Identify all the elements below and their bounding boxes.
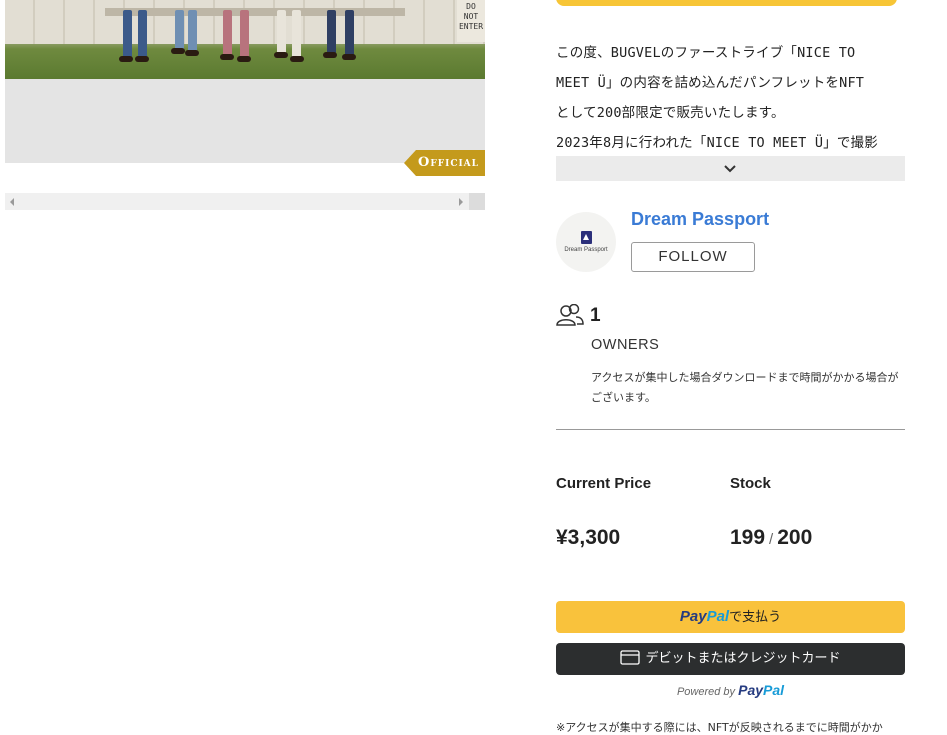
hero-figure-leg (123, 10, 132, 58)
section-divider (556, 429, 905, 430)
purchase-button-top[interactable] (556, 0, 897, 6)
owners-users-icon (556, 304, 584, 326)
hero-figure-shoe (135, 56, 149, 62)
hero-figure-leg (175, 10, 184, 50)
current-price-value: ¥3,300 (556, 526, 621, 549)
follow-button[interactable]: FOLLOW (631, 242, 755, 272)
official-badge-label: Official (418, 155, 479, 170)
organizer-avatar[interactable]: Dream Passport (556, 212, 616, 272)
avatar-caption: Dream Passport (564, 247, 608, 253)
scrollbar-corner (469, 193, 485, 210)
stock-total: 200 (777, 526, 813, 549)
description-line: 2023年8月に行われた「NICE TO MEET Ü」で撮影 (556, 135, 878, 150)
hero-sign: DO NOT ENTER (457, 0, 485, 42)
paypal-logo: PayPal (680, 608, 729, 625)
expand-description-button[interactable] (556, 156, 905, 181)
powered-by-paypal: Powered by PayPal (556, 681, 905, 701)
hero-figure-leg (277, 10, 286, 54)
chevron-down-icon (724, 165, 736, 173)
scroll-right-arrow-icon[interactable] (459, 198, 463, 206)
stock-current: 199 (730, 526, 766, 549)
hero-bench (105, 8, 405, 16)
hero-figure-shoe (119, 56, 133, 62)
description-line: MEET Ü」の内容を詰め込んだパンフレットをNFT (556, 75, 865, 91)
organizer-name-link[interactable]: Dream Passport (631, 209, 769, 230)
hero-figure-shoe (323, 52, 337, 58)
powered-by-text: Powered by (676, 686, 736, 698)
hero-figure-shoe (342, 54, 356, 60)
hero-figure-shoe (290, 56, 304, 62)
credit-card-icon (620, 649, 641, 665)
hero-figure-leg (240, 10, 249, 58)
hero-figure-leg (138, 10, 147, 58)
scroll-left-arrow-icon[interactable] (10, 198, 14, 206)
access-footnote: ※アクセスが集中する際には、NFTが反映されるまでに時間がかか (556, 721, 883, 734)
item-description: この度、BUGVELのファーストライブ「NICE TO MEET Ü」の内容を詰… (556, 38, 906, 150)
media-placeholder-panel (5, 79, 485, 163)
stock-label: Stock (730, 475, 771, 492)
hero-figure-shoe (274, 52, 288, 58)
hero-figure-shoe (185, 50, 199, 56)
hero-figure-leg (188, 10, 197, 52)
current-price-label: Current Price (556, 475, 652, 492)
stock-separator: / (769, 531, 774, 548)
owners-count: 1 (590, 305, 601, 326)
hero-sign-text: DO NOT ENTER (458, 2, 484, 31)
hero-figure-shoe (171, 48, 185, 54)
dream-passport-logo-icon (581, 231, 592, 244)
hero-image: DO NOT ENTER (5, 0, 485, 79)
horizontal-scrollbar[interactable] (5, 193, 485, 210)
paypal-button-label: で支払う (729, 610, 782, 625)
paypal-logo-pay: Pay (679, 608, 707, 625)
stock-value: 199/200 (730, 526, 812, 550)
hero-figure-leg (327, 10, 336, 54)
paypal-checkout-button[interactable]: PayPalで支払う (556, 601, 905, 633)
description-line: として200部限定で販売いたします。 (556, 105, 785, 121)
card-button-label: デビットまたはクレジットカード (645, 651, 841, 666)
paypal-small-logo-pay: Pay (738, 682, 764, 698)
download-notice: アクセスが集中した場合ダウンロードまで時間がかかる場合がございます。 (591, 371, 899, 404)
card-checkout-button[interactable]: デビットまたはクレジットカード (556, 643, 905, 675)
paypal-small-logo: PayPal (738, 682, 784, 698)
hero-figure-shoe (237, 56, 251, 62)
description-line: この度、BUGVELのファーストライブ「NICE TO (556, 45, 856, 61)
official-badge: Official (404, 150, 485, 176)
paypal-logo-pal: Pal (706, 608, 730, 625)
hero-figure-leg (345, 10, 354, 56)
hero-figure-shoe (220, 54, 234, 60)
paypal-small-logo-pal: Pal (763, 682, 785, 698)
hero-figure-leg (223, 10, 232, 56)
hero-figure-leg (292, 10, 301, 58)
owners-label: OWNERS (591, 337, 660, 353)
